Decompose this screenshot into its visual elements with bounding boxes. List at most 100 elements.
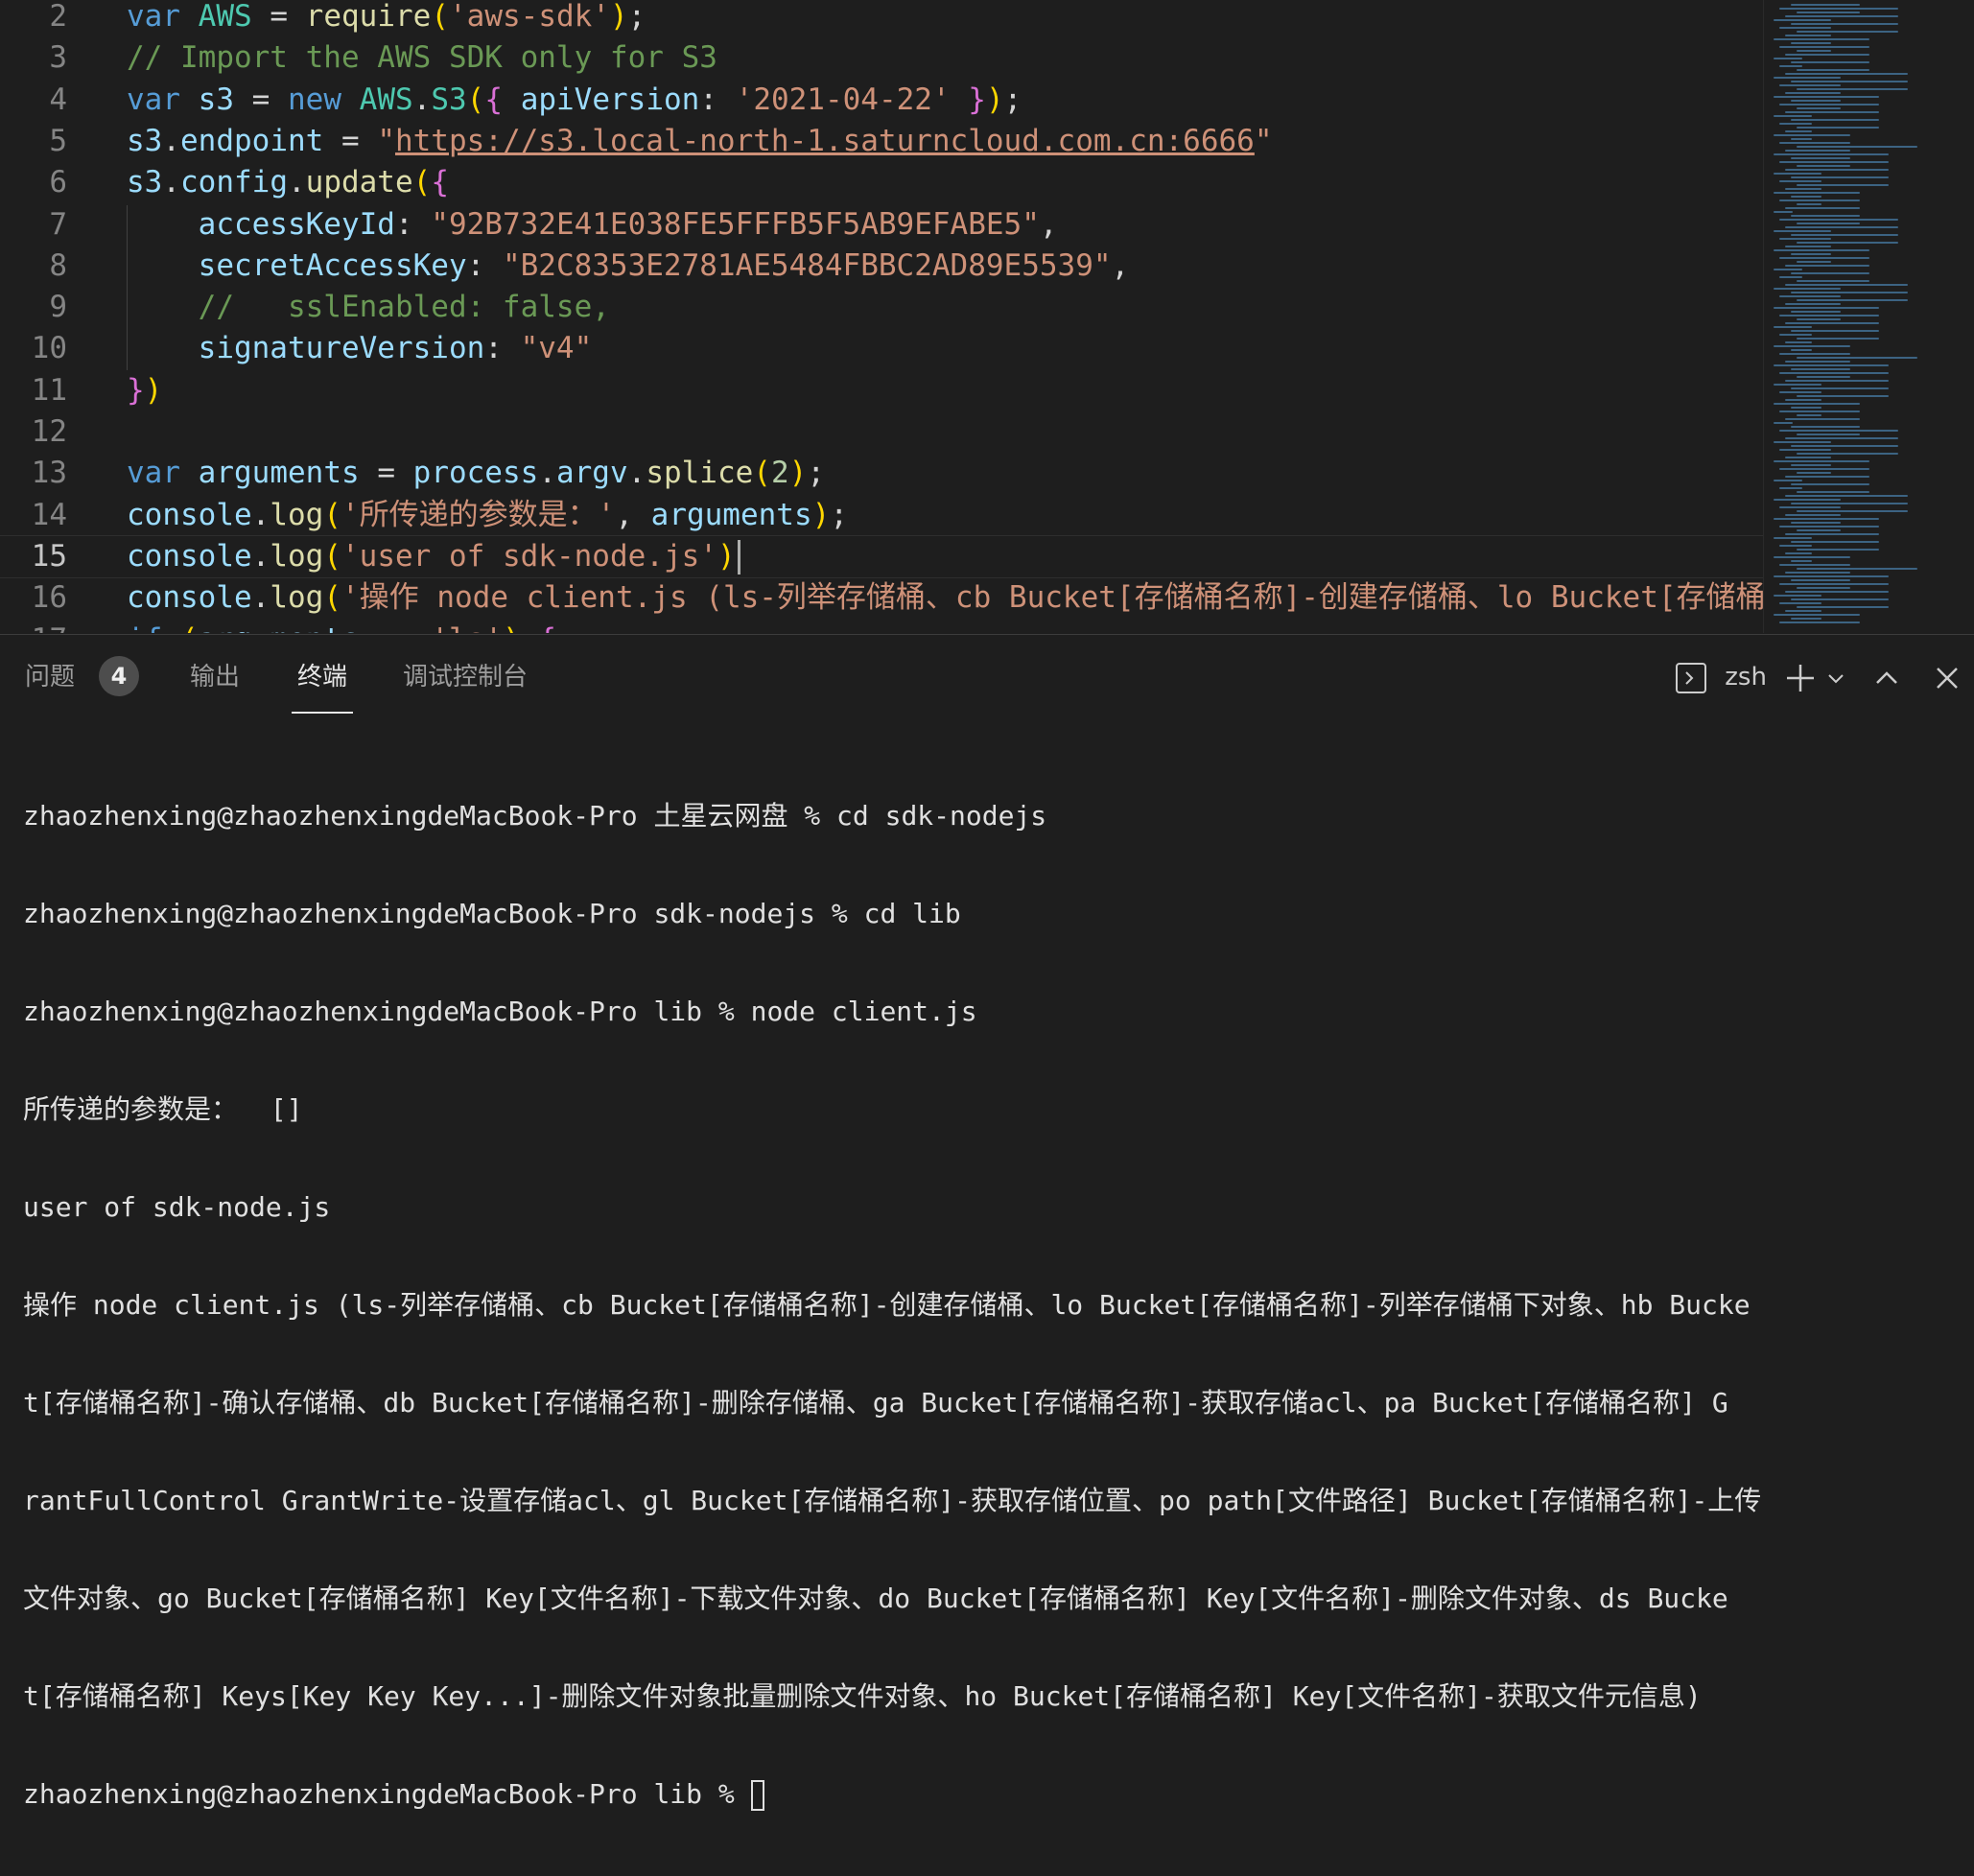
code-line[interactable]: 10 signatureVersion: "v4" xyxy=(0,328,1765,369)
maximize-panel-button[interactable] xyxy=(1872,656,1901,698)
minimap-line xyxy=(1791,560,1812,562)
minimap-line xyxy=(1779,449,1831,451)
code-line[interactable]: 17 if (arguments == 'ls') { xyxy=(0,620,1765,634)
minimap-line xyxy=(1779,315,1879,317)
minimap-line xyxy=(1791,483,1869,485)
tab-terminal[interactable]: 终端 xyxy=(297,658,347,696)
line-number: 3 xyxy=(49,40,67,76)
code-line[interactable]: 2 var AWS = require('aws-sdk'); xyxy=(0,0,1765,37)
code-text: var arguments = process.argv.splice(2); xyxy=(127,456,825,491)
code-line[interactable]: 16 console.log('操作 node client.js (ls-列举存… xyxy=(0,577,1891,619)
minimap-line xyxy=(1791,426,1860,428)
minimap-line xyxy=(1779,8,1898,10)
minimap-line xyxy=(1785,514,1841,516)
line-number: 14 xyxy=(31,497,67,532)
minimap-line xyxy=(1797,203,1821,205)
code-line[interactable]: 3 // Import the AWS SDK only for S3 xyxy=(0,37,1765,79)
code-line[interactable]: 14 console.log('所传递的参数是：', arguments); xyxy=(0,495,1765,536)
code-line[interactable]: 8 secretAccessKey: "B2C8353E2781AE5484FB… xyxy=(0,246,1765,287)
minimap-line xyxy=(1791,407,1821,409)
minimap-line xyxy=(1774,518,1879,520)
code-line[interactable]: 6 s3.config.update({ xyxy=(0,162,1765,203)
minimap-line xyxy=(1791,541,1879,543)
code-line[interactable]: 9 // sslEnabled: false, xyxy=(0,287,1765,328)
minimap-line xyxy=(1797,12,1860,13)
terminal-dropdown-button[interactable] xyxy=(1825,656,1846,698)
minimap[interactable] xyxy=(1763,0,1974,633)
minimap-line xyxy=(1774,537,1812,539)
minimap-line xyxy=(1797,357,1917,359)
minimap-line xyxy=(1797,107,1841,109)
code-text: var AWS = require('aws-sdk'); xyxy=(127,0,646,34)
minimap-line xyxy=(1797,491,1869,493)
minimap-line xyxy=(1779,430,1898,432)
minimap-line xyxy=(1791,61,1869,63)
code-line[interactable]: 12 xyxy=(0,411,1765,453)
minimap-line xyxy=(1797,280,1869,282)
line-number: 16 xyxy=(31,580,67,616)
code-line[interactable]: 13 var arguments = process.argv.splice(2)… xyxy=(0,453,1765,494)
minimap-line xyxy=(1797,338,1879,340)
minimap-line xyxy=(1785,150,1850,152)
code-editor[interactable]: 2 var AWS = require('aws-sdk'); 3 // Import… xyxy=(0,0,1974,633)
tab-output[interactable]: 输出 xyxy=(190,658,240,696)
minimap-line xyxy=(1797,184,1889,186)
terminal-prompt: zhaozhenxing@zhaozhenxingdeMacBook-Pro l… xyxy=(23,1778,751,1810)
minimap-line xyxy=(1785,54,1869,56)
minimap-line xyxy=(1791,579,1850,581)
minimap-line xyxy=(1774,499,1841,501)
terminal-prompt-line[interactable]: zhaozhenxing@zhaozhenxingdeMacBook-Pro l… xyxy=(23,1778,1951,1811)
minimap-line xyxy=(1797,549,1879,551)
code-line[interactable]: 7 accessKeyId: "92B732E41E038FE5FFFB5F5A… xyxy=(0,204,1765,246)
minimap-line xyxy=(1791,387,1889,389)
minimap-line xyxy=(1779,161,1889,163)
shell-name: zsh xyxy=(1725,663,1767,692)
minimap-line xyxy=(1785,437,1898,439)
line-number: 17 xyxy=(0,620,67,634)
line-number: 8 xyxy=(49,247,67,283)
minimap-line xyxy=(1797,395,1889,397)
terminal-selector[interactable]: zsh xyxy=(1675,656,1767,698)
minimap-line xyxy=(1785,552,1812,554)
minimap-line xyxy=(1791,292,1908,293)
terminal-line: zhaozhenxing@zhaozhenxingdeMacBook-Pro l… xyxy=(23,996,977,1027)
minimap-line xyxy=(1791,464,1831,466)
terminal-line: user of sdk-node.js xyxy=(23,1191,331,1223)
code-line[interactable]: 15 console.log('user of sdk-node.js') xyxy=(0,534,1766,578)
code-line[interactable]: 11}) xyxy=(0,370,1765,411)
minimap-line xyxy=(1791,445,1898,447)
minimap-line xyxy=(1785,610,1821,612)
minimap-line xyxy=(1785,495,1908,497)
terminal-line: t[存储桶名称]-确认存储桶、db Bucket[存储桶名称]-删除存储桶、ga… xyxy=(23,1387,1728,1419)
minimap-line xyxy=(1785,418,1860,420)
minimap-line xyxy=(1779,276,1802,278)
minimap-line xyxy=(1797,299,1908,301)
minimap-line xyxy=(1774,595,1821,597)
tab-problems[interactable]: 问题 xyxy=(25,658,75,696)
line-number: 13 xyxy=(31,456,67,491)
code-line[interactable]: 5 s3.endpoint = "https://s3.local-north-1… xyxy=(0,121,1765,162)
tab-debug-console[interactable]: 调试控制台 xyxy=(403,658,528,696)
code-line[interactable]: 4 var s3 = new AWS.S3({ apiVersion: '2021… xyxy=(0,80,1765,121)
problems-count-badge: 4 xyxy=(99,656,139,696)
minimap-line xyxy=(1779,180,1821,182)
terminal-output[interactable]: zhaozhenxing@zhaozhenxingdeMacBook-Pro 土… xyxy=(23,735,1951,1876)
line-number: 11 xyxy=(31,372,67,408)
minimap-line xyxy=(1785,476,1869,478)
minimap-line xyxy=(1797,242,1898,244)
minimap-line xyxy=(1774,134,1850,136)
minimap-line xyxy=(1785,92,1841,94)
minimap-line xyxy=(1774,288,1841,290)
minimap-line xyxy=(1785,572,1850,574)
minimap-line xyxy=(1797,453,1898,455)
new-terminal-button[interactable] xyxy=(1784,656,1817,698)
line-number: 12 xyxy=(31,414,67,449)
minimap-line xyxy=(1791,23,1898,25)
minimap-line xyxy=(1774,345,1850,347)
close-panel-button[interactable] xyxy=(1934,656,1961,698)
minimap-line xyxy=(1779,468,1869,470)
minimap-line xyxy=(1779,487,1802,489)
code-text: secretAccessKey: "B2C8353E2781AE5484FBBC… xyxy=(198,247,1130,283)
minimap-line xyxy=(1779,564,1850,566)
minimap-line xyxy=(1779,104,1879,106)
